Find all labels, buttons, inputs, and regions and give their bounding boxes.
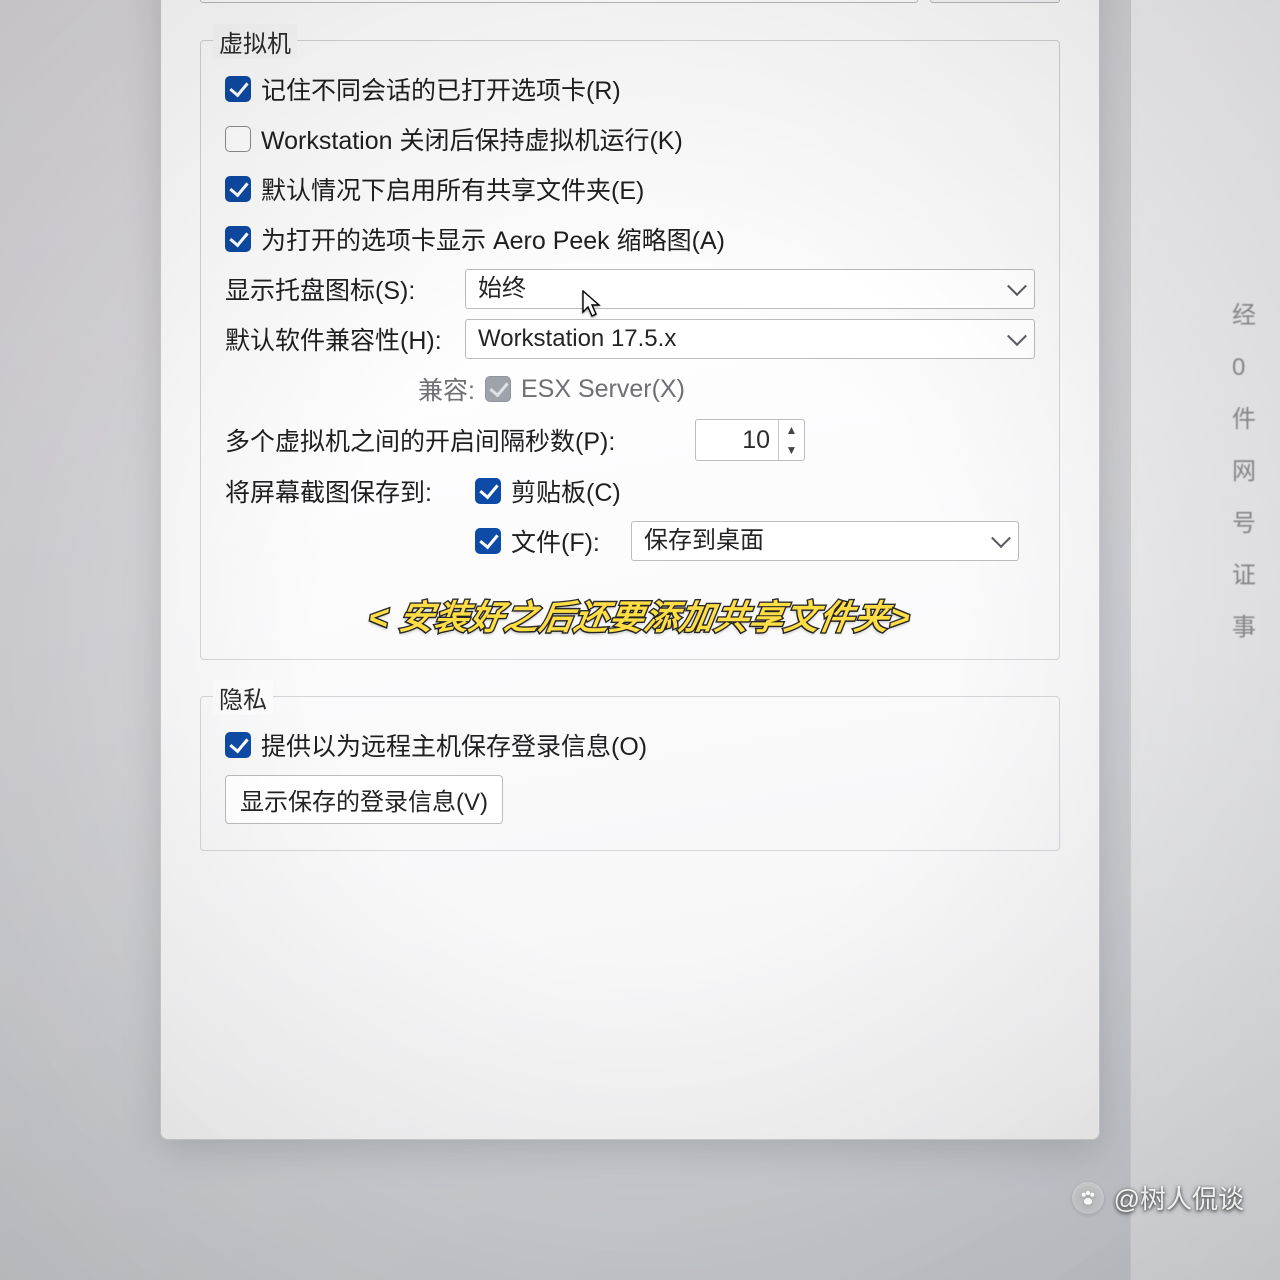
label-screenshot-save-to: 将屏幕截图保存到: — [225, 473, 465, 509]
spinner-start-interval[interactable]: 10 — [695, 419, 805, 461]
checkbox-remember-tabs[interactable] — [225, 76, 251, 102]
label-save-login: 提供以为远程主机保存登录信息(O) — [261, 727, 647, 763]
background-window-hints: 经 0 件 网 号 证 事 — [1232, 290, 1272, 654]
label-hw-compat: 默认软件兼容性(H): — [225, 321, 455, 357]
checkbox-screenshot-file[interactable] — [475, 528, 501, 554]
vm-location-field[interactable]: C:\Users\admin\Documents\Virtual Machine… — [200, 0, 918, 3]
spinner-down-icon[interactable] — [779, 440, 804, 460]
select-hw-compat-value: Workstation 17.5.x — [478, 325, 676, 352]
label-compat-sub: 兼容: — [405, 371, 475, 407]
paw-icon — [1072, 1182, 1104, 1214]
checkbox-save-login[interactable] — [225, 732, 251, 758]
label-remember-tabs: 记住不同会话的已打开选项卡(R) — [261, 71, 621, 107]
group-virtual-machines: 虚拟机 记住不同会话的已打开选项卡(R) Workstation 关闭后保持虚拟… — [200, 40, 1060, 660]
label-screenshot-clipboard: 剪贴板(C) — [511, 473, 621, 509]
checkbox-esx-server — [485, 376, 511, 402]
select-tray-icon-value: 始终 — [478, 275, 526, 302]
select-screenshot-destination[interactable]: 保存到桌面 — [631, 521, 1019, 561]
label-aero-peek: 为打开的选项卡显示 Aero Peek 缩略图(A) — [261, 221, 725, 257]
label-esx-server: ESX Server(X) — [521, 375, 685, 404]
spinner-start-interval-value: 10 — [696, 420, 778, 460]
checkbox-aero-peek[interactable] — [225, 226, 251, 252]
browse-button[interactable]: 浏览(B)... — [930, 0, 1060, 3]
chevron-down-icon — [991, 528, 1011, 548]
label-start-interval: 多个虚拟机之间的开启间隔秒数(P): — [225, 422, 615, 458]
preferences-panel: C:\Users\admin\Documents\Virtual Machine… — [160, 0, 1100, 1140]
group-privacy: 隐私 提供以为远程主机保存登录信息(O) 显示保存的登录信息(V) — [200, 696, 1060, 851]
chevron-down-icon — [1007, 276, 1027, 296]
label-tray-icon: 显示托盘图标(S): — [225, 271, 455, 307]
chevron-down-icon — [1007, 326, 1027, 346]
select-hw-compat[interactable]: Workstation 17.5.x — [465, 319, 1035, 359]
select-screenshot-destination-value: 保存到桌面 — [644, 527, 764, 554]
label-screenshot-file: 文件(F): — [511, 523, 621, 559]
group-title-privacy: 隐私 — [213, 680, 273, 715]
label-enable-shared-folders: 默认情况下启用所有共享文件夹(E) — [261, 171, 644, 207]
watermark: @树人侃谈 — [1072, 1179, 1244, 1216]
checkbox-keep-running[interactable] — [225, 126, 251, 152]
select-tray-icon[interactable]: 始终 — [465, 269, 1035, 309]
spinner-up-icon[interactable] — [779, 420, 804, 440]
watermark-text: @树人侃谈 — [1114, 1179, 1244, 1216]
vm-location-row: C:\Users\admin\Documents\Virtual Machine… — [200, 0, 1060, 4]
video-caption-overlay: 安装好之后还要添加共享文件夹 — [365, 590, 915, 639]
label-keep-running: Workstation 关闭后保持虚拟机运行(K) — [261, 121, 683, 157]
group-title-vm: 虚拟机 — [213, 24, 297, 59]
checkbox-enable-shared-folders[interactable] — [225, 176, 251, 202]
button-show-saved-logins[interactable]: 显示保存的登录信息(V) — [225, 775, 503, 824]
checkbox-screenshot-clipboard[interactable] — [475, 478, 501, 504]
